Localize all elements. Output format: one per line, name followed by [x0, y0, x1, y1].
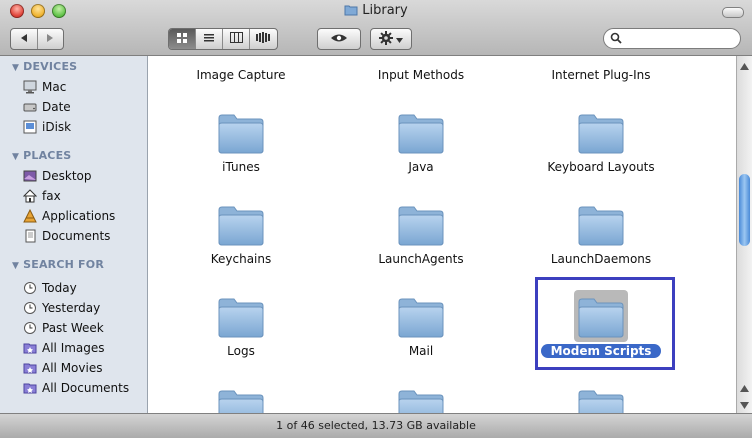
- status-bar: 1 of 46 selected, 13.73 GB available: [0, 413, 752, 438]
- sidebar-item-documents[interactable]: Documents: [22, 227, 110, 245]
- sidebar-item-all-documents[interactable]: All Documents: [22, 379, 129, 397]
- folder-label: Java: [408, 160, 434, 174]
- folder-label: Logs: [227, 344, 255, 358]
- sidebar-item-fax[interactable]: fax: [22, 187, 61, 205]
- sidebar-item-mac[interactable]: Mac: [22, 78, 66, 96]
- gear-icon: [379, 30, 393, 48]
- sidebar-item-yesterday[interactable]: Yesterday: [22, 299, 100, 317]
- smart-folder-icon: [22, 380, 38, 396]
- disk-icon: [22, 99, 38, 115]
- folder-icon: [344, 4, 358, 20]
- folder-icon[interactable]: [397, 388, 445, 413]
- scroll-up-arrow-icon[interactable]: [740, 381, 749, 395]
- sidebar-item-date[interactable]: Date: [22, 98, 71, 116]
- disclosure-triangle-icon[interactable]: ▼: [12, 63, 19, 73]
- applications-icon: [22, 208, 38, 224]
- toolbar-toggle-button[interactable]: [722, 7, 744, 18]
- folder-icon[interactable]: [397, 296, 445, 341]
- quick-look-button[interactable]: [317, 28, 361, 50]
- window-title: Library: [0, 3, 752, 20]
- scroll-down-arrow-icon[interactable]: [740, 398, 749, 412]
- search-icon: [610, 32, 622, 47]
- documents-icon: [22, 228, 38, 244]
- folder-icon[interactable]: [577, 388, 625, 413]
- icon-view-icon: [176, 32, 188, 47]
- smart-folder-icon: [22, 340, 38, 356]
- view-mode-buttons: [168, 28, 278, 50]
- forward-arrow-icon: [45, 32, 55, 46]
- window-title-text: Library: [362, 3, 408, 18]
- list-view-button[interactable]: [196, 29, 223, 49]
- list-view-icon: [203, 32, 215, 47]
- forward-button[interactable]: [38, 29, 64, 49]
- status-text: 1 of 46 selected, 13.73 GB available: [276, 419, 476, 432]
- sidebar: ▼ DEVICES Mac Date iDisk ▼ PLACES Desktop …: [0, 56, 148, 413]
- coverflow-view-button[interactable]: [250, 29, 276, 49]
- icon-view-area: Image Capture Input Methods Internet Plug-…: [148, 56, 736, 413]
- navigation-buttons: [10, 28, 64, 50]
- sidebar-header-places[interactable]: ▼ PLACES: [12, 149, 71, 162]
- finder-window: Library ▼ DEVICES Mac Date iDisk ▼ PLACE…: [0, 0, 752, 438]
- folder-icon[interactable]: [577, 204, 625, 249]
- search-field[interactable]: [603, 28, 741, 49]
- sidebar-header-devices[interactable]: ▼ DEVICES: [12, 60, 77, 73]
- folder-icon[interactable]: [217, 204, 265, 249]
- folder-label: Keyboard Layouts: [547, 160, 655, 174]
- sidebar-item-today[interactable]: Today: [22, 279, 77, 297]
- idisk-icon: [22, 119, 38, 135]
- sidebar-item-applications[interactable]: Applications: [22, 207, 115, 225]
- folder-icon[interactable]: [577, 112, 625, 157]
- disclosure-triangle-icon[interactable]: ▼: [12, 261, 19, 271]
- folder-icon[interactable]: [217, 296, 265, 341]
- vertical-scrollbar[interactable]: [736, 56, 752, 413]
- scroll-up-arrow-icon[interactable]: [740, 59, 749, 73]
- column-view-button[interactable]: [223, 29, 250, 49]
- clock-icon: [22, 280, 38, 296]
- folder-label: Keychains: [210, 252, 272, 266]
- sidebar-item-desktop[interactable]: Desktop: [22, 167, 92, 185]
- search-input[interactable]: [626, 30, 738, 48]
- folder-label: Input Methods: [377, 68, 465, 82]
- folder-icon[interactable]: [217, 112, 265, 157]
- folder-icon[interactable]: [397, 204, 445, 249]
- folder-icon[interactable]: [217, 388, 265, 413]
- coverflow-view-icon: [256, 32, 270, 46]
- sidebar-item-all-images[interactable]: All Images: [22, 339, 105, 357]
- folder-label: LaunchDaemons: [550, 252, 652, 266]
- sidebar-header-search-for[interactable]: ▼ SEARCH FOR: [12, 258, 104, 271]
- smart-folder-icon: [22, 360, 38, 376]
- back-arrow-icon: [19, 32, 29, 46]
- eye-icon: [330, 32, 348, 46]
- scrollbar-thumb[interactable]: [739, 174, 750, 246]
- icon-view-button[interactable]: [169, 29, 196, 49]
- folder-label: Internet Plug-Ins: [551, 68, 651, 82]
- folder-label: LaunchAgents: [378, 252, 464, 266]
- action-menu-button[interactable]: [370, 28, 412, 50]
- toolbar: Library: [0, 0, 752, 56]
- desktop-icon: [22, 168, 38, 184]
- home-icon: [22, 188, 38, 204]
- selection-highlight-box: [535, 277, 675, 370]
- chevron-down-icon: [396, 32, 403, 46]
- sidebar-item-idisk[interactable]: iDisk: [22, 118, 71, 136]
- back-button[interactable]: [11, 29, 38, 49]
- mac-icon: [22, 79, 38, 95]
- disclosure-triangle-icon[interactable]: ▼: [12, 152, 19, 162]
- folder-label: iTunes: [222, 160, 260, 174]
- folder-label: Image Capture: [196, 68, 286, 82]
- sidebar-item-all-movies[interactable]: All Movies: [22, 359, 102, 377]
- clock-icon: [22, 320, 38, 336]
- clock-icon: [22, 300, 38, 316]
- folder-label: Mail: [408, 344, 434, 358]
- sidebar-item-past-week[interactable]: Past Week: [22, 319, 104, 337]
- column-view-icon: [229, 32, 243, 46]
- folder-icon[interactable]: [397, 112, 445, 157]
